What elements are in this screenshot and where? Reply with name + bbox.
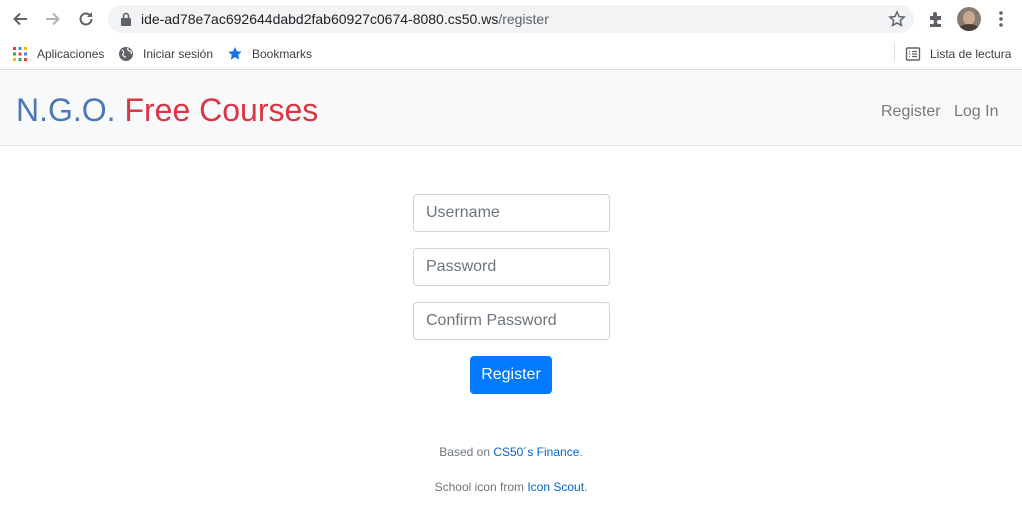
- bookmarks-bar: Aplicaciones Iniciar sesión Bookmarks Li…: [0, 38, 1022, 70]
- footer-text: Based on: [439, 445, 494, 459]
- cs50-finance-link[interactable]: CS50´s Finance: [493, 445, 579, 459]
- arrow-left-icon: [13, 12, 27, 26]
- lock-icon: [121, 12, 131, 26]
- bookmark-signin[interactable]: Iniciar sesión: [118, 44, 213, 64]
- footer-text: .: [584, 480, 588, 494]
- reading-list-label: Lista de lectura: [930, 47, 1012, 61]
- extensions-puzzle-icon[interactable]: [927, 9, 947, 29]
- bookmark-apps[interactable]: Aplicaciones: [12, 44, 104, 64]
- bookmark-label: Iniciar sesión: [143, 47, 214, 61]
- reading-list-button[interactable]: Lista de lectura: [905, 44, 1011, 64]
- reload-button[interactable]: [75, 8, 97, 30]
- nav-link-register[interactable]: Register: [881, 103, 941, 121]
- footer-text: School icon from: [434, 480, 528, 494]
- icon-scout-link[interactable]: Icon Scout: [527, 480, 584, 494]
- bookmark-bookmarks[interactable]: Bookmarks: [227, 44, 312, 64]
- footer-credit-finance: Based on CS50´s Finance.: [0, 445, 1022, 459]
- reading-list-icon: [905, 47, 921, 61]
- brand-logo[interactable]: N.G.O. Free Courses: [16, 91, 318, 129]
- forward-button[interactable]: [42, 8, 64, 30]
- brand-free-courses: Free Courses: [124, 92, 319, 128]
- password-input[interactable]: [413, 248, 610, 286]
- url-host: ide-ad78e7ac692644dabd2fab60927c0674-808…: [141, 11, 499, 27]
- reload-icon: [79, 12, 93, 26]
- url-path: /register: [498, 11, 549, 27]
- username-input[interactable]: [413, 194, 610, 232]
- star-icon: [228, 47, 242, 60]
- globe-icon: [119, 47, 133, 61]
- nav-link-login[interactable]: Log In: [954, 103, 998, 121]
- avatar-face: [963, 11, 975, 25]
- address-bar[interactable]: ide-ad78e7ac692644dabd2fab60927c0674-808…: [108, 5, 914, 33]
- footer-text: .: [579, 445, 583, 459]
- confirm-password-input[interactable]: [413, 302, 610, 340]
- bookmark-label: Aplicaciones: [37, 47, 105, 61]
- register-button[interactable]: Register: [470, 356, 552, 394]
- apps-grid-icon: [13, 47, 27, 61]
- bookmark-star-icon[interactable]: [888, 10, 906, 28]
- browser-toolbar: ide-ad78e7ac692644dabd2fab60927c0674-808…: [0, 0, 1022, 38]
- bookmarks-divider: [894, 43, 895, 61]
- bookmark-label: Bookmarks: [252, 47, 313, 61]
- more-menu-icon[interactable]: [994, 9, 1008, 29]
- site-navbar: N.G.O. Free Courses Register Log In: [0, 71, 1022, 146]
- url-text: ide-ad78e7ac692644dabd2fab60927c0674-808…: [141, 11, 549, 27]
- footer-credit-icon: School icon from Icon Scout.: [0, 480, 1022, 494]
- brand-ngo: N.G.O.: [16, 92, 116, 128]
- profile-avatar[interactable]: [957, 7, 981, 31]
- avatar-body: [959, 24, 979, 31]
- arrow-right-icon: [46, 12, 60, 26]
- back-button[interactable]: [9, 8, 31, 30]
